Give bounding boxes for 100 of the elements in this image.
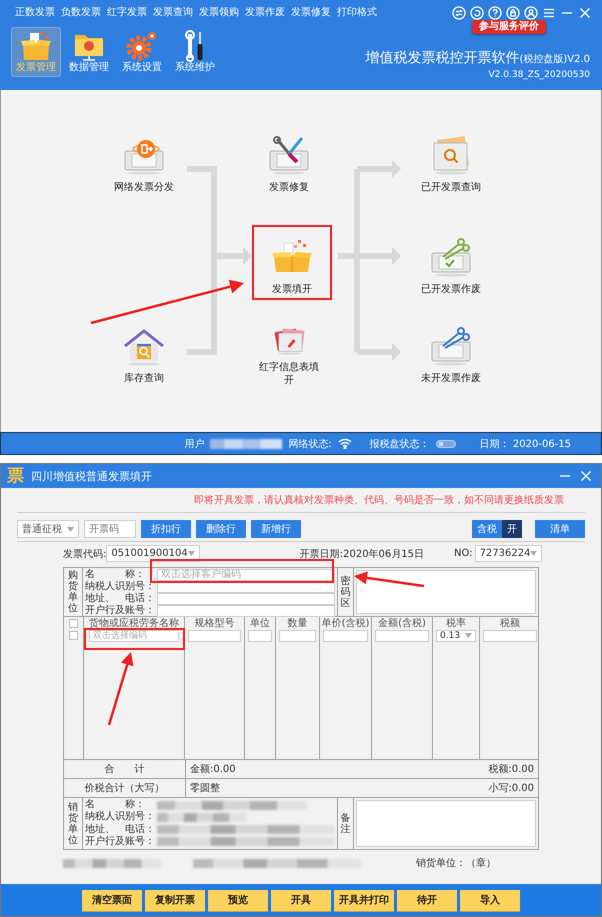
total-label: 价税合计（大写） xyxy=(64,779,186,797)
caret-icon xyxy=(67,526,74,532)
close-icon[interactable] xyxy=(578,6,592,20)
refresh-icon[interactable] xyxy=(470,6,484,20)
flow-node[interactable]: 发票填开 xyxy=(252,225,332,300)
invoice-code-select[interactable]: 051001900104 xyxy=(106,545,200,562)
section-label: 密码区 xyxy=(340,576,350,608)
field-label: 地址、 电话： xyxy=(85,824,156,836)
action-button[interactable]: 预览 xyxy=(208,890,268,910)
flow-node[interactable]: 发票修复 xyxy=(249,123,329,198)
column-header: 规格型号 xyxy=(185,617,245,629)
amount-in-words: 零圆整 xyxy=(190,782,220,795)
input-field[interactable] xyxy=(157,605,335,617)
column-header: 单位 xyxy=(245,617,276,629)
action-button[interactable]: 开具 xyxy=(271,890,331,910)
menu-item[interactable]: 发票查询 xyxy=(153,7,193,19)
column-header: 数量 xyxy=(276,617,320,629)
input-field[interactable] xyxy=(483,630,537,642)
input-field[interactable] xyxy=(188,630,241,642)
action-button[interactable]: 待开 xyxy=(397,890,457,910)
field-label: 发票代码: xyxy=(63,548,106,560)
field-label: NO: xyxy=(454,548,473,559)
tax-rate-select[interactable]: 0.13 xyxy=(436,630,476,642)
annotation-arrow xyxy=(354,571,424,588)
row-button[interactable]: 删除行 xyxy=(196,520,246,538)
connector-arrow xyxy=(357,343,401,361)
field-label: 纳税人识别号： xyxy=(85,811,156,824)
lock-icon[interactable] xyxy=(506,6,520,20)
input-field[interactable] xyxy=(279,630,316,642)
column-header: 税率 xyxy=(433,617,480,629)
tools-icon xyxy=(267,135,311,175)
flow-node[interactable]: 库存查询 xyxy=(104,314,184,389)
invoice-date: 开票日期:2020年06月15日 xyxy=(300,548,424,560)
invoice-number-select[interactable]: 72736224 xyxy=(474,545,542,562)
gear-icon xyxy=(126,30,158,62)
menu-item[interactable]: 发票修复 xyxy=(291,7,331,19)
user-icon[interactable] xyxy=(524,6,538,20)
action-button[interactable]: 清空票面 xyxy=(82,890,142,910)
input-field[interactable] xyxy=(375,630,429,642)
wifi-icon xyxy=(338,438,352,449)
help-icon[interactable] xyxy=(488,6,502,20)
flow-node[interactable]: 已开发票查询 xyxy=(411,123,491,198)
section-label: 备注 xyxy=(340,812,350,834)
input-field[interactable]: 开票码 xyxy=(84,520,136,538)
menu-icon[interactable] xyxy=(542,6,556,20)
menu-item[interactable]: 发票领购 xyxy=(199,7,239,19)
tax-disk-status-label: 报税盘状态： xyxy=(370,438,430,450)
checkbox[interactable] xyxy=(69,618,78,628)
tax-mode-select[interactable]: 普通征税 xyxy=(17,520,79,538)
column-header: 单价(含税) xyxy=(320,617,372,629)
menu-item[interactable]: 正数发票 xyxy=(15,7,55,19)
checkbox[interactable] xyxy=(69,631,78,640)
version-label: V2.0.38_ZS_20200530 xyxy=(488,69,590,81)
amount-total: 金额:0.00 xyxy=(190,762,236,776)
scissors-icon xyxy=(429,326,473,366)
input-field[interactable] xyxy=(157,593,335,605)
box-icon xyxy=(20,30,52,62)
network-status-label: 网络状态: xyxy=(288,438,332,450)
field-label: 名 称： xyxy=(85,569,146,580)
column-header: 税额 xyxy=(499,617,521,629)
action-button[interactable]: 导入 xyxy=(460,890,520,910)
flow-node[interactable]: 已开发票作废 xyxy=(411,225,491,300)
date-label: 日期： 2020-06-15 xyxy=(480,438,571,450)
flow-node[interactable]: 红字信息表填开 xyxy=(249,314,329,389)
menu-item[interactable]: 红字发票 xyxy=(107,7,147,19)
row-button[interactable]: 新增行 xyxy=(251,520,301,538)
section-label: 销货单位 xyxy=(68,802,78,846)
stamp-label: 销货单位：（章） xyxy=(416,856,496,870)
caret-icon xyxy=(465,633,472,638)
input-field[interactable] xyxy=(323,630,368,642)
field-label: 纳税人识别号： xyxy=(85,581,156,592)
field-label: 地址、 电话： xyxy=(85,593,156,604)
menu-item[interactable]: 负数发票 xyxy=(61,7,101,19)
menu-item[interactable]: 发票作废 xyxy=(245,7,285,19)
toolbar-item[interactable]: 数据管理 xyxy=(64,27,114,77)
section-label: 购货单位 xyxy=(68,570,78,614)
window-title: 四川增值税普通发票填开 xyxy=(31,468,153,484)
menu-item[interactable]: 打印格式 xyxy=(337,7,377,19)
list-button[interactable]: 清单 xyxy=(535,520,585,538)
swap-icon[interactable] xyxy=(452,6,466,20)
input-field[interactable] xyxy=(248,630,272,642)
column-header: 货物或应税劳务名称 xyxy=(84,617,185,629)
flow-node[interactable]: 未开发票作废 xyxy=(411,314,491,389)
action-button[interactable]: 复制开票 xyxy=(145,890,205,910)
notice-text: 即将开具发票，请认真核对发票种类、代码、号码是否一致，如不同请更换纸质发票 xyxy=(193,494,565,507)
app-title: 增值税发票税控开票软件(税控盘版)V2.0 xyxy=(365,49,590,68)
toolbar-item[interactable]: 系统维护 xyxy=(170,27,220,77)
amount-in-figures: 小写:0.00 xyxy=(488,782,534,795)
user-label: 用户 xyxy=(184,438,204,450)
action-button[interactable]: 开具并打印 xyxy=(334,890,394,910)
field-label: 开户行及账号： xyxy=(85,836,156,848)
tax-total: 税额:0.00 xyxy=(488,762,534,776)
caret-icon xyxy=(530,551,538,556)
close-icon[interactable] xyxy=(579,469,593,483)
connector-arrow xyxy=(214,247,252,265)
flow-node[interactable]: 网络发票分发 xyxy=(104,123,184,198)
row-button[interactable]: 折扣行 xyxy=(141,520,191,538)
service-rating-badge[interactable]: 参与服务评价 xyxy=(472,20,546,34)
app-logo: 票 xyxy=(7,466,24,486)
toolbar-item[interactable]: 系统设置 xyxy=(117,27,167,77)
